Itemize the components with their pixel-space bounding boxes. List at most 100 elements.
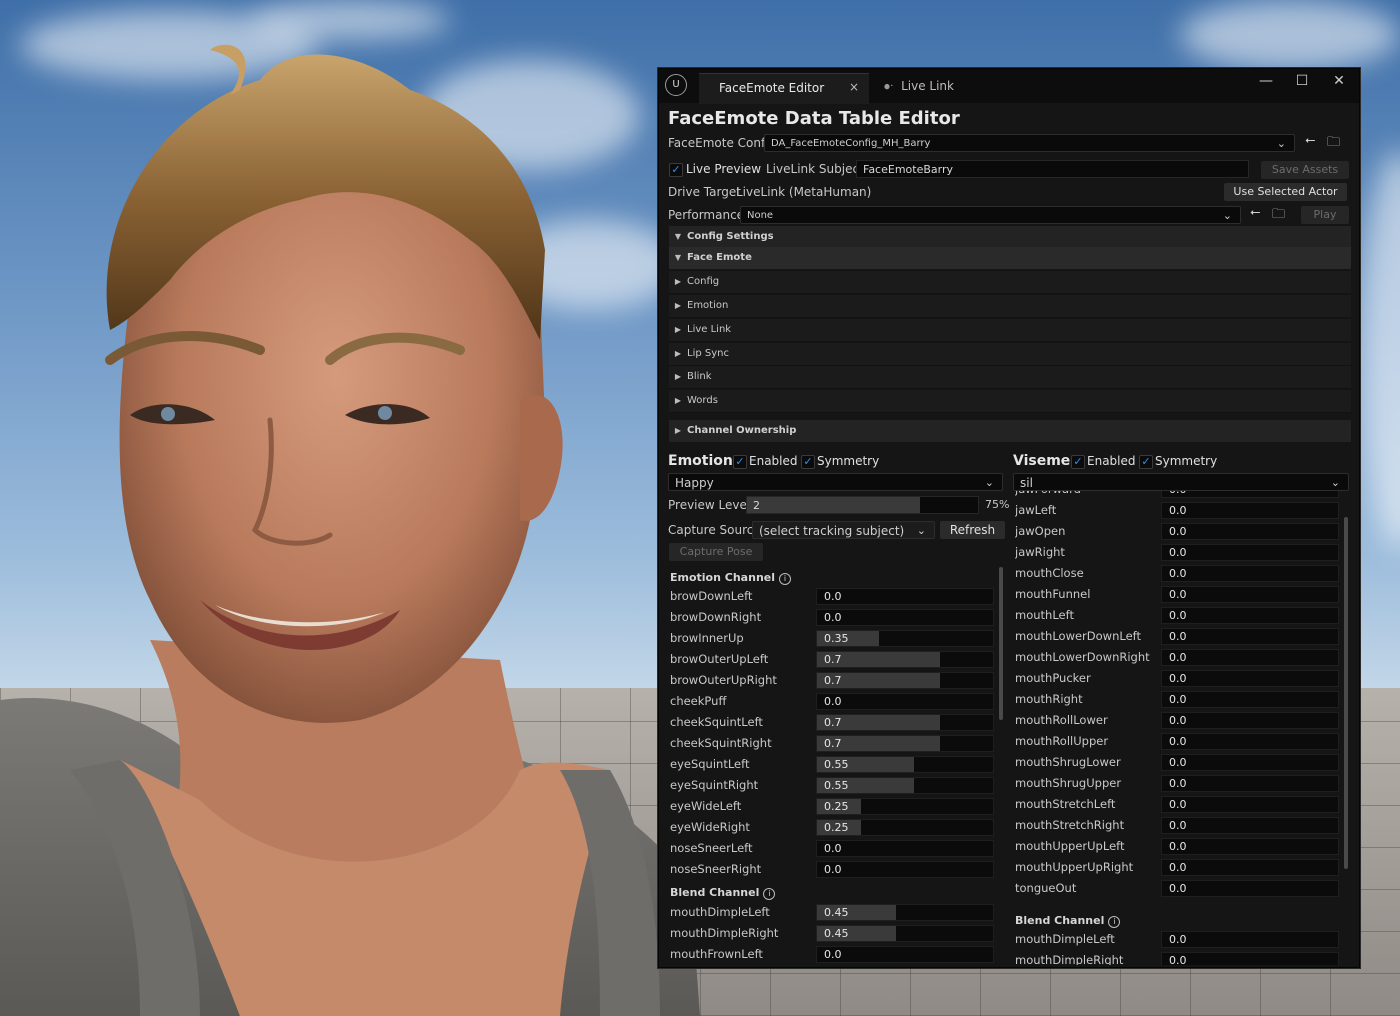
channel-row: mouthUpperUpRight 0.0 [1015, 857, 1339, 878]
play-button[interactable]: Play [1301, 206, 1349, 224]
emotion-scrollbar[interactable] [999, 567, 1003, 720]
config-dropdown[interactable]: DA_FaceEmoteConfig_MH_Barry ⌄ [764, 134, 1295, 152]
channel-value-slider[interactable]: 0.0 [1161, 628, 1339, 645]
antenna-icon: ⦁ᐧ [884, 79, 894, 93]
channel-value-slider[interactable]: 0.0 [1161, 586, 1339, 603]
section-channel-ownership[interactable]: ▶ Channel Ownership [669, 420, 1351, 442]
channel-value-slider[interactable]: 0.0 [1161, 733, 1339, 750]
tree-item-emotion[interactable]: ▶ Emotion [669, 295, 1351, 318]
tree-item-lip-sync[interactable]: ▶ Lip Sync [669, 343, 1351, 366]
channel-value-slider[interactable]: 0.55 [816, 756, 994, 773]
channel-row: mouthUpperUpLeft 0.0 [1015, 836, 1339, 857]
channel-value-slider[interactable]: 0.0 [1161, 859, 1339, 876]
section-face-emote[interactable]: ▼ Face Emote [669, 247, 1351, 269]
save-assets-button[interactable]: Save Assets [1261, 161, 1349, 179]
section-config-settings[interactable]: ▼ Config Settings [669, 226, 1351, 248]
livelink-subject-field[interactable]: FaceEmoteBarry [856, 160, 1249, 178]
channel-value-slider[interactable]: 0.0 [1161, 931, 1339, 948]
channel-value-slider[interactable]: 0.7 [816, 714, 994, 731]
title-bar[interactable]: U FaceEmote Editor × ⦁ᐧ Live Link — ☐ ✕ [659, 69, 1359, 104]
channel-value: 0.0 [1169, 609, 1187, 622]
performance-value: None [747, 210, 774, 221]
performance-dropdown[interactable]: None ⌄ [740, 206, 1241, 224]
preview-level-slider[interactable]: 2 [746, 496, 979, 514]
channel-value-slider[interactable]: 0.0 [1161, 952, 1339, 965]
channel-row: mouthShrugUpper 0.0 [1015, 773, 1339, 794]
channel-value-slider[interactable]: 0.0 [816, 693, 994, 710]
channel-value: 0.7 [824, 716, 842, 729]
channel-value: 0.0 [1169, 567, 1187, 580]
channel-value-slider[interactable]: 0.7 [816, 735, 994, 752]
channel-value-slider[interactable]: 0.0 [816, 840, 994, 857]
channel-value-slider[interactable]: 0.0 [1161, 649, 1339, 666]
close-tab-icon[interactable]: × [849, 80, 859, 94]
tree-item-live-link[interactable]: ▶ Live Link [669, 319, 1351, 342]
emotion-select[interactable]: Happy ⌄ [668, 473, 1003, 491]
channel-row: cheekSquintRight 0.7 [670, 733, 995, 754]
channel-value-slider[interactable]: 0.0 [1161, 880, 1339, 897]
folder-browse-icon[interactable]: 🗀 [1272, 205, 1285, 227]
channel-row: mouthShrugLower 0.0 [1015, 752, 1339, 773]
channel-row: mouthStretchLeft 0.0 [1015, 794, 1339, 815]
channel-value-slider[interactable]: 0.0 [1161, 796, 1339, 813]
channel-value-slider[interactable]: 0.0 [1161, 775, 1339, 792]
minimize-icon[interactable]: — [1252, 73, 1280, 89]
use-selected-actor-button[interactable]: Use Selected Actor [1224, 183, 1347, 201]
channel-row: noseSneerLeft 0.0 [670, 838, 995, 859]
emotion-symmetry-checkbox[interactable]: ✓ [801, 455, 815, 469]
chevron-down-icon: ⌄ [916, 524, 926, 537]
channel-value-slider[interactable]: 0.0 [1161, 491, 1339, 498]
tab-faceemote-editor[interactable]: FaceEmote Editor × [699, 73, 869, 104]
close-window-icon[interactable]: ✕ [1325, 73, 1353, 89]
capture-source-dropdown[interactable]: (select tracking subject) ⌄ [752, 521, 935, 539]
channel-value: 0.7 [824, 674, 842, 687]
channel-value-slider[interactable]: 0.45 [816, 904, 994, 921]
tab-live-link[interactable]: ⦁ᐧ Live Link [884, 79, 954, 94]
channel-value-slider[interactable]: 0.0 [816, 946, 994, 963]
channel-value: 0.0 [1169, 777, 1187, 790]
viseme-select[interactable]: sil ⌄ [1013, 473, 1349, 491]
channel-value: 0.0 [824, 948, 842, 961]
maximize-icon[interactable]: ☐ [1288, 73, 1316, 89]
channel-value-slider[interactable]: 0.25 [816, 798, 994, 815]
emotion-enabled-checkbox[interactable]: ✓ [733, 455, 747, 469]
channel-value-slider[interactable]: 0.35 [816, 630, 994, 647]
channel-value-slider[interactable]: 0.0 [1161, 523, 1339, 540]
channel-value-slider[interactable]: 0.0 [1161, 838, 1339, 855]
channel-value-slider[interactable]: 0.7 [816, 651, 994, 668]
channel-value-slider[interactable]: 0.25 [816, 819, 994, 836]
channel-value-slider[interactable]: 0.0 [1161, 712, 1339, 729]
channel-value-slider[interactable]: 0.0 [1161, 502, 1339, 519]
tree-item-config[interactable]: ▶ Config [669, 271, 1351, 294]
live-preview-checkbox[interactable]: ✓ [669, 163, 683, 177]
viseme-symmetry-checkbox[interactable]: ✓ [1139, 455, 1153, 469]
tree-item-words[interactable]: ▶ Words [669, 390, 1351, 413]
channel-value-slider[interactable]: 0.55 [816, 777, 994, 794]
refresh-button[interactable]: Refresh [940, 521, 1005, 539]
emotion-enabled-label: Enabled [749, 454, 798, 468]
folder-browse-icon[interactable]: 🗀 [1327, 133, 1340, 155]
channel-name: noseSneerRight [670, 862, 762, 876]
channel-value-slider[interactable]: 0.0 [816, 609, 994, 626]
channel-value-slider[interactable]: 0.0 [1161, 565, 1339, 582]
channel-value-slider[interactable]: 0.0 [1161, 817, 1339, 834]
tree-item-blink[interactable]: ▶ Blink [669, 366, 1351, 389]
channel-value-slider[interactable]: 0.0 [1161, 670, 1339, 687]
channel-value: 0.0 [1169, 504, 1187, 517]
browse-back-icon[interactable]: ⭠ [1250, 205, 1260, 220]
channel-value-slider[interactable]: 0.0 [1161, 691, 1339, 708]
channel-value-slider[interactable]: 0.0 [1161, 754, 1339, 771]
channel-value-slider[interactable]: 0.0 [816, 588, 994, 605]
channel-value-slider[interactable]: 0.45 [816, 925, 994, 942]
cloud [1360, 150, 1400, 550]
viseme-scrollbar[interactable] [1344, 517, 1348, 869]
channel-value-slider[interactable]: 0.0 [816, 861, 994, 878]
viseme-enabled-checkbox[interactable]: ✓ [1071, 455, 1085, 469]
channel-value-slider[interactable]: 0.0 [1161, 607, 1339, 624]
browse-back-icon[interactable]: ⭠ [1305, 133, 1315, 148]
channel-value-slider[interactable]: 0.7 [816, 672, 994, 689]
capture-pose-button[interactable]: Capture Pose [669, 543, 763, 561]
collapsed-arrow-icon: ▶ [674, 301, 682, 310]
channel-value-slider[interactable]: 0.0 [1161, 544, 1339, 561]
tab-label: Live Link [901, 79, 954, 93]
